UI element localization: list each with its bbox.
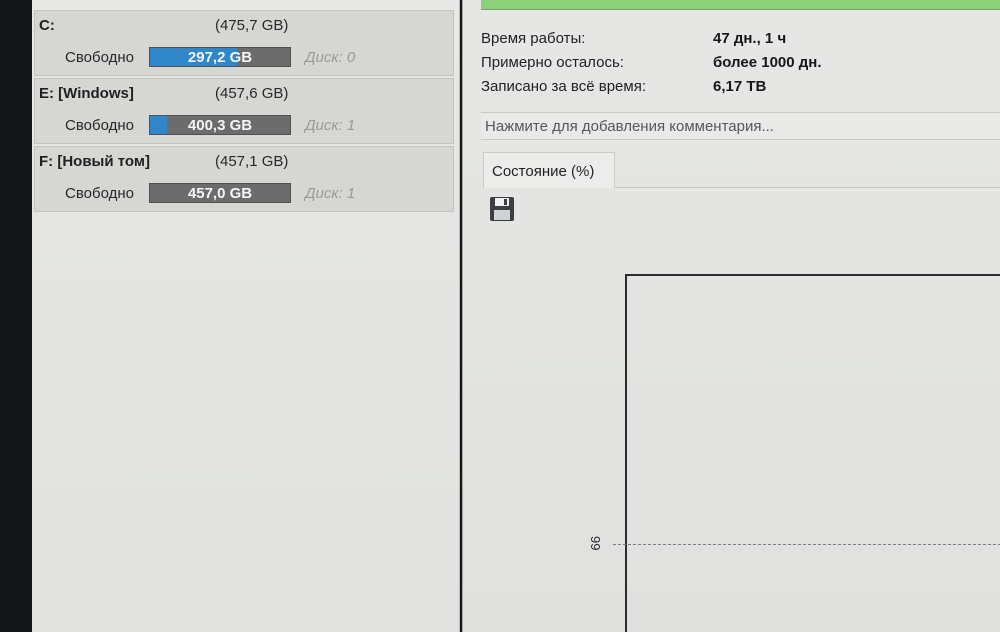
disk-label: Диск: 1 [305, 185, 356, 202]
free-space-value: 457,0 GB [187, 185, 253, 202]
floppy-disk-icon[interactable] [489, 196, 515, 222]
disk-label: Диск: 1 [305, 117, 356, 134]
free-space-value: 400,3 GB [187, 117, 253, 134]
drive-item-f[interactable]: F: [Новый том] (457,1 GB) Свободно 457,0… [34, 146, 454, 212]
free-label: Свободно [65, 117, 134, 134]
tab-state[interactable]: Состояние (%) [483, 152, 615, 188]
free-label: Свободно [65, 49, 134, 66]
health-status-strip [481, 0, 1000, 10]
free-label: Свободно [65, 185, 134, 202]
state-chart: 99 [588, 270, 1000, 632]
free-space-bar: 457,0 GB [149, 183, 291, 203]
screen: C: (475,7 GB) Свободно 297,2 GB Диск: 0 … [0, 0, 1000, 632]
drive-item-c[interactable]: C: (475,7 GB) Свободно 297,2 GB Диск: 0 [34, 10, 454, 76]
tab-state-label: Состояние (%) [492, 163, 595, 180]
written-total-value: 6,17 TB [713, 78, 767, 95]
chart-gridline [613, 544, 1000, 545]
free-space-value: 297,2 GB [187, 49, 253, 66]
written-total-label: Записано за всё время: [481, 78, 646, 95]
free-space-bar: 297,2 GB [149, 47, 291, 67]
chart-frame [625, 274, 1000, 632]
comment-placeholder: Нажмите для добавления комментария... [485, 118, 774, 135]
y-tick-label: 99 [588, 536, 603, 551]
drive-name: E: [Windows] [39, 85, 134, 102]
remaining-label: Примерно осталось: [481, 54, 624, 71]
comment-field[interactable]: Нажмите для добавления комментария... [481, 112, 1000, 140]
uptime-value: 47 дн., 1 ч [713, 30, 787, 47]
drive-size: (457,1 GB) [215, 153, 289, 170]
drive-size: (457,6 GB) [215, 85, 289, 102]
drive-size: (475,7 GB) [215, 17, 289, 34]
free-space-bar: 400,3 GB [149, 115, 291, 135]
remaining-value: более 1000 дн. [713, 54, 822, 71]
drive-details-panel: Время работы: 47 дн., 1 ч Примерно остал… [462, 0, 1000, 632]
disk-label: Диск: 0 [305, 49, 356, 66]
uptime-label: Время работы: [481, 30, 586, 47]
drive-item-e[interactable]: E: [Windows] (457,6 GB) Свободно 400,3 G… [34, 78, 454, 144]
drive-name: C: [39, 17, 55, 34]
drive-list-panel: C: (475,7 GB) Свободно 297,2 GB Диск: 0 … [32, 0, 460, 632]
drive-name: F: [Новый том] [39, 153, 150, 170]
tab-strip-line [615, 187, 1000, 188]
